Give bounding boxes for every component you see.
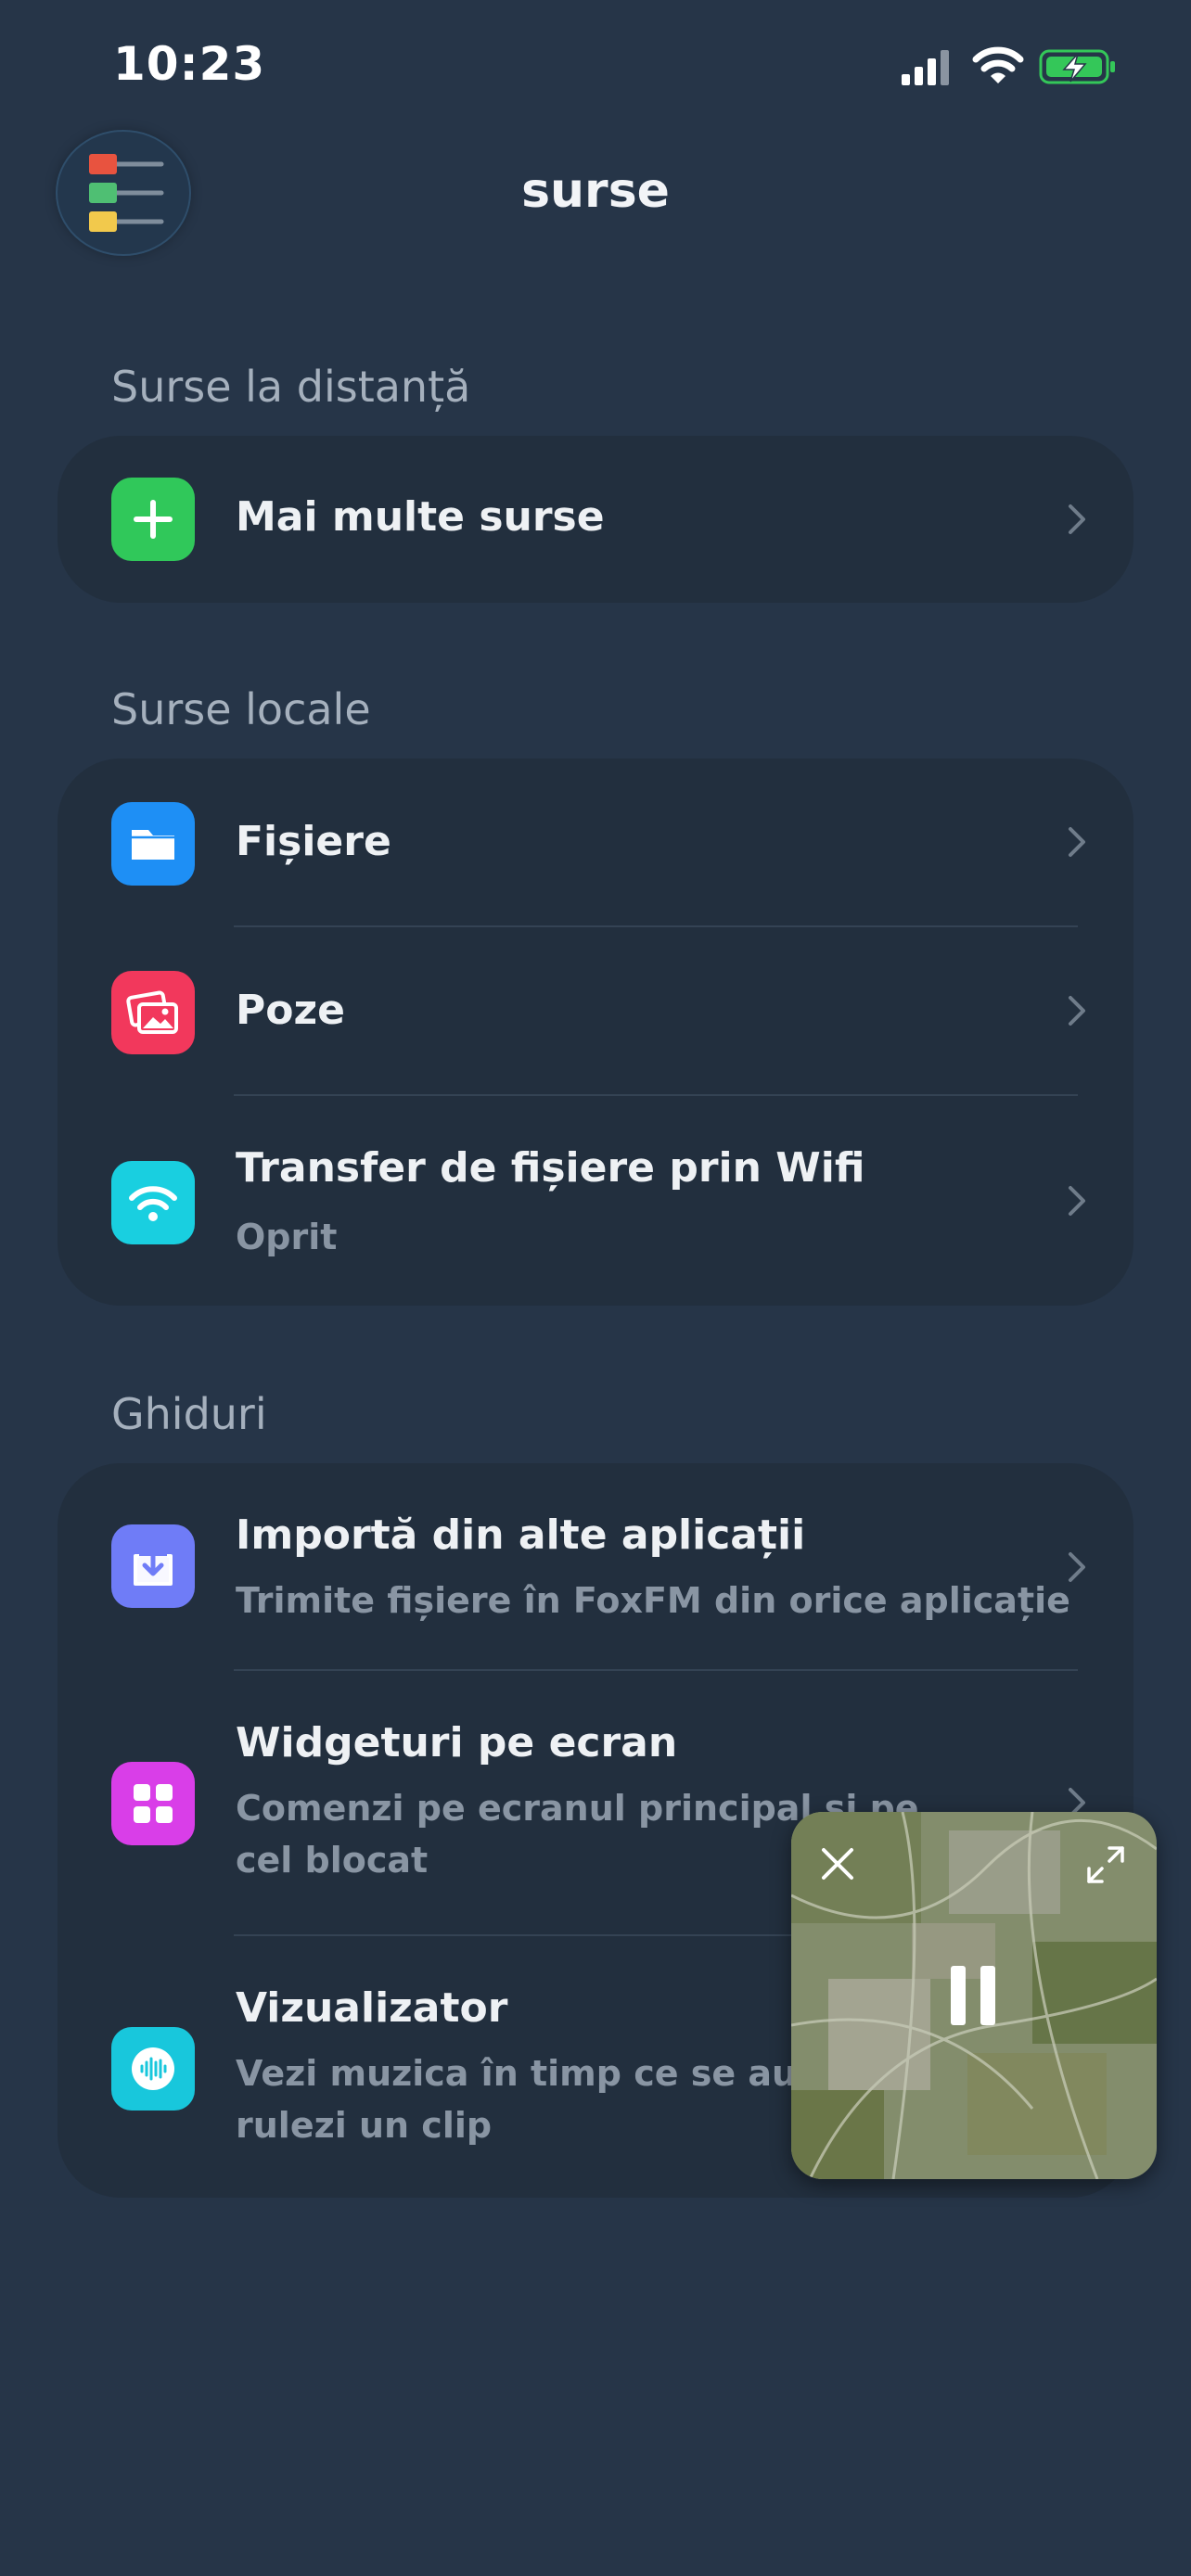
row-title: Poze	[236, 987, 345, 1034]
chevron-right-icon	[1069, 1186, 1085, 1216]
row-title: Mai multe surse	[236, 493, 605, 541]
close-icon[interactable]	[819, 1845, 856, 1882]
status-time: 10:23	[113, 37, 266, 91]
status-bar: 10:23	[0, 0, 1191, 139]
section-header-guides: Ghiduri	[111, 1389, 267, 1439]
row-wifi-transfer[interactable]: Transfer de fișiere prin Wifi Oprit	[58, 1096, 1133, 1306]
row-title: Transfer de fișiere prin Wifi	[236, 1144, 865, 1192]
section-header-local: Surse locale	[111, 684, 371, 734]
row-subtitle-line2: cel blocat	[236, 1840, 429, 1881]
section-header-remote: Surse la distanță	[111, 362, 471, 412]
row-subtitle: Trimite fișiere în FoxFM din orice aplic…	[236, 1580, 1070, 1621]
wifi-icon	[972, 46, 1024, 83]
chevron-right-icon	[1069, 996, 1085, 1026]
wifi-icon	[111, 1161, 195, 1244]
chevron-right-icon	[1069, 504, 1085, 534]
row-files[interactable]: Fișiere	[58, 759, 1133, 925]
chevron-right-icon	[1069, 827, 1085, 857]
row-title: Fișiere	[236, 818, 391, 865]
row-subtitle: Oprit	[236, 1217, 338, 1257]
battery-charging-icon	[1039, 49, 1115, 84]
widgets-icon	[111, 1762, 195, 1845]
import-icon	[111, 1524, 195, 1608]
row-more-sources[interactable]: Mai multe surse	[58, 436, 1133, 603]
row-title: Widgeturi pe ecran	[236, 1719, 678, 1766]
expand-icon[interactable]	[1084, 1843, 1127, 1886]
page-title: surse	[521, 163, 670, 219]
row-photos[interactable]: Poze	[58, 927, 1133, 1094]
cellular-signal-icon	[902, 50, 949, 85]
pause-icon[interactable]	[947, 1964, 999, 2027]
row-import[interactable]: Importă din alte aplicații Trimite fișie…	[58, 1463, 1133, 1669]
chevron-right-icon	[1069, 1552, 1085, 1582]
audio-waveform-icon	[111, 2027, 195, 2111]
local-sources-card: Fișiere Poze Transfer de fișiere prin Wi…	[58, 759, 1133, 1306]
row-title: Importă din alte aplicații	[236, 1511, 806, 1559]
remote-sources-card: Mai multe surse	[58, 436, 1133, 603]
plus-icon	[111, 478, 195, 561]
row-title: Vizualizator	[236, 1984, 508, 2032]
photos-icon	[111, 971, 195, 1054]
pip-video-player[interactable]	[791, 1812, 1157, 2179]
folder-icon	[111, 802, 195, 886]
row-subtitle-line2: rulezi un clip	[236, 2105, 493, 2146]
